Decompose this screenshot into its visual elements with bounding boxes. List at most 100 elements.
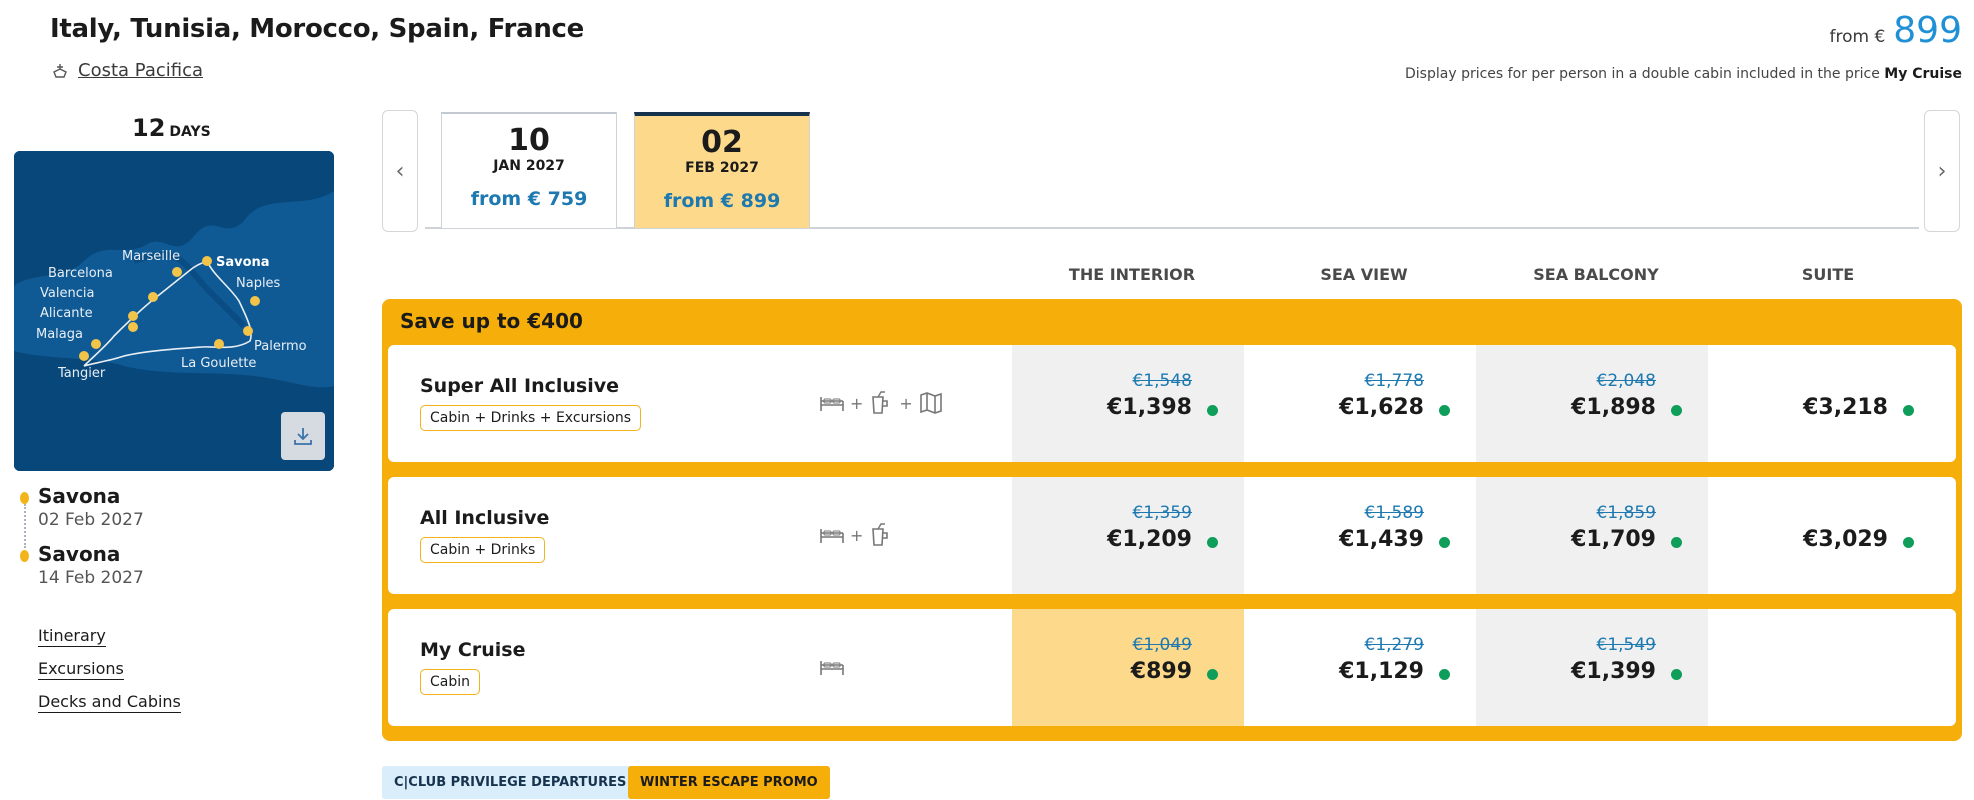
price-cell-sea-balcony[interactable]: €1,549 €1,399 bbox=[1476, 609, 1708, 726]
new-price: €1,898 bbox=[1571, 395, 1656, 420]
price-cell-sea-view[interactable]: €1,589 €1,439 bbox=[1244, 477, 1476, 594]
departure-dot-icon bbox=[20, 492, 29, 504]
date-tab-feb-2027[interactable]: 02 FEB 2027 from € 899 bbox=[634, 112, 810, 229]
old-price: €1,859 bbox=[1596, 503, 1656, 523]
save-banner: Save up to €400 bbox=[400, 309, 583, 333]
offer-row-super-all-inclusive: Super All Inclusive Cabin + Drinks + Exc… bbox=[388, 345, 1956, 462]
prev-dates-button[interactable]: ‹ bbox=[382, 110, 418, 232]
ship-icon bbox=[53, 63, 67, 78]
plus-icon: + bbox=[899, 393, 913, 413]
price-cell-sea-view[interactable]: €1,279 €1,129 bbox=[1244, 609, 1476, 726]
drink-icon bbox=[872, 523, 889, 546]
available-dot-icon bbox=[1207, 669, 1218, 680]
next-dates-button[interactable]: › bbox=[1924, 110, 1960, 232]
available-dot-icon bbox=[1903, 537, 1914, 548]
tab-price: from € 759 bbox=[470, 188, 588, 210]
offer-name: My Cruise bbox=[420, 639, 526, 661]
old-price: €1,359 bbox=[1132, 503, 1192, 523]
price-cell-suite[interactable]: €3,218 bbox=[1708, 345, 1940, 462]
available-dot-icon bbox=[1439, 669, 1450, 680]
price-cell-interior-selected[interactable]: €1,049 €899 bbox=[1012, 609, 1244, 726]
cabin-header-interior: THE INTERIOR bbox=[1068, 265, 1196, 284]
new-price: €899 bbox=[1130, 659, 1192, 684]
route-summary: Savona 02 Feb 2027 Savona 14 Feb 2027 bbox=[20, 484, 144, 600]
plus-icon: + bbox=[850, 393, 864, 413]
arrival-date: 14 Feb 2027 bbox=[38, 568, 144, 588]
map-label-valencia: Valencia bbox=[40, 286, 94, 301]
map-label-barcelona: Barcelona bbox=[48, 266, 113, 281]
new-price: €1,628 bbox=[1339, 395, 1424, 420]
new-price: €1,439 bbox=[1339, 527, 1424, 552]
cruise-title: Italy, Tunisia, Morocco, Spain, France bbox=[50, 14, 584, 44]
route-stop-departure: Savona 02 Feb 2027 bbox=[20, 484, 144, 530]
new-price: €1,398 bbox=[1107, 395, 1192, 420]
old-price: €1,778 bbox=[1364, 371, 1424, 391]
new-price: €1,709 bbox=[1571, 527, 1656, 552]
bed-icon bbox=[820, 397, 844, 411]
map-label-marseille: Marseille bbox=[122, 249, 180, 264]
old-price: €2,048 bbox=[1596, 371, 1656, 391]
price-note-bold: My Cruise bbox=[1884, 66, 1962, 82]
offer-badge: Cabin bbox=[420, 669, 481, 695]
price-cell-suite-empty bbox=[1708, 609, 1940, 726]
available-dot-icon bbox=[1207, 537, 1218, 548]
cabin-header-sea-view: SEA VIEW bbox=[1320, 265, 1408, 284]
offer-icons bbox=[818, 653, 846, 681]
map-label-alicante: Alicante bbox=[40, 306, 93, 321]
itinerary-link[interactable]: Itinerary bbox=[38, 626, 106, 647]
date-tab-jan-2027[interactable]: 10 JAN 2027 from € 759 bbox=[441, 112, 617, 229]
map-label-la-goulette: La Goulette bbox=[181, 356, 256, 371]
offer-name: All Inclusive bbox=[420, 507, 550, 529]
offer-icons: + + bbox=[818, 389, 945, 417]
new-price: €1,129 bbox=[1339, 659, 1424, 684]
map-label-palermo: Palermo bbox=[254, 339, 307, 354]
side-links: Itinerary Excursions Decks and Cabins bbox=[38, 626, 181, 725]
excursions-link[interactable]: Excursions bbox=[38, 659, 124, 680]
chevron-right-icon: › bbox=[1937, 158, 1947, 184]
promo-tag-winter-escape[interactable]: WINTER ESCAPE PROMO bbox=[628, 766, 830, 799]
map-icon bbox=[920, 392, 942, 414]
price-cell-sea-balcony[interactable]: €2,048 €1,898 bbox=[1476, 345, 1708, 462]
ship-name: Costa Pacifica bbox=[78, 60, 204, 81]
drink-icon bbox=[872, 391, 889, 414]
map-label-malaga: Malaga bbox=[36, 327, 83, 342]
from-amount: 899 bbox=[1893, 10, 1962, 51]
promo-tag-cclub[interactable]: C|CLUB PRIVILEGE DEPARTURES bbox=[382, 766, 639, 799]
price-cell-suite[interactable]: €3,029 bbox=[1708, 477, 1940, 594]
tab-day: 10 bbox=[508, 123, 550, 158]
from-price: from € 899 bbox=[1830, 10, 1963, 51]
price-note-text: Display prices for per person in a doubl… bbox=[1405, 66, 1880, 82]
map-download-button[interactable] bbox=[281, 412, 325, 460]
price-cell-sea-view[interactable]: €1,778 €1,628 bbox=[1244, 345, 1476, 462]
available-dot-icon bbox=[1671, 405, 1682, 416]
ship-link[interactable]: Costa Pacifica bbox=[50, 60, 203, 81]
new-price: €3,218 bbox=[1803, 395, 1888, 420]
new-price: €3,029 bbox=[1803, 527, 1888, 552]
new-price: €1,209 bbox=[1107, 527, 1192, 552]
tab-price: from € 899 bbox=[663, 190, 781, 212]
offer-icons: + bbox=[818, 521, 895, 549]
from-label: from € bbox=[1829, 27, 1886, 47]
price-cell-sea-balcony[interactable]: €1,859 €1,709 bbox=[1476, 477, 1708, 594]
old-price: €1,279 bbox=[1364, 635, 1424, 655]
arrival-port: Savona bbox=[38, 542, 121, 566]
download-icon bbox=[294, 428, 312, 445]
old-price: €1,589 bbox=[1364, 503, 1424, 523]
cabin-header-suite: SUITE bbox=[1801, 265, 1855, 284]
departure-port: Savona bbox=[38, 484, 121, 508]
chevron-left-icon: ‹ bbox=[395, 158, 405, 184]
offer-row-all-inclusive: All Inclusive Cabin + Drinks + €1,359 €1… bbox=[388, 477, 1956, 594]
price-cell-interior[interactable]: €1,359 €1,209 bbox=[1012, 477, 1244, 594]
plus-icon: + bbox=[850, 525, 864, 545]
offer-row-my-cruise: My Cruise Cabin €1,049 €899 €1,279 €1,12… bbox=[388, 609, 1956, 726]
available-dot-icon bbox=[1439, 405, 1450, 416]
offers-panel: Save up to €400 Super All Inclusive Cabi… bbox=[382, 299, 1962, 741]
new-price: €1,399 bbox=[1571, 659, 1656, 684]
decks-and-cabins-link[interactable]: Decks and Cabins bbox=[38, 692, 181, 713]
map-label-naples: Naples bbox=[236, 276, 281, 291]
offer-badge: Cabin + Drinks + Excursions bbox=[420, 405, 642, 431]
tab-day: 02 bbox=[701, 125, 743, 160]
price-cell-interior[interactable]: €1,548 €1,398 bbox=[1012, 345, 1244, 462]
bed-icon bbox=[820, 529, 844, 543]
old-price: €1,548 bbox=[1132, 371, 1192, 391]
